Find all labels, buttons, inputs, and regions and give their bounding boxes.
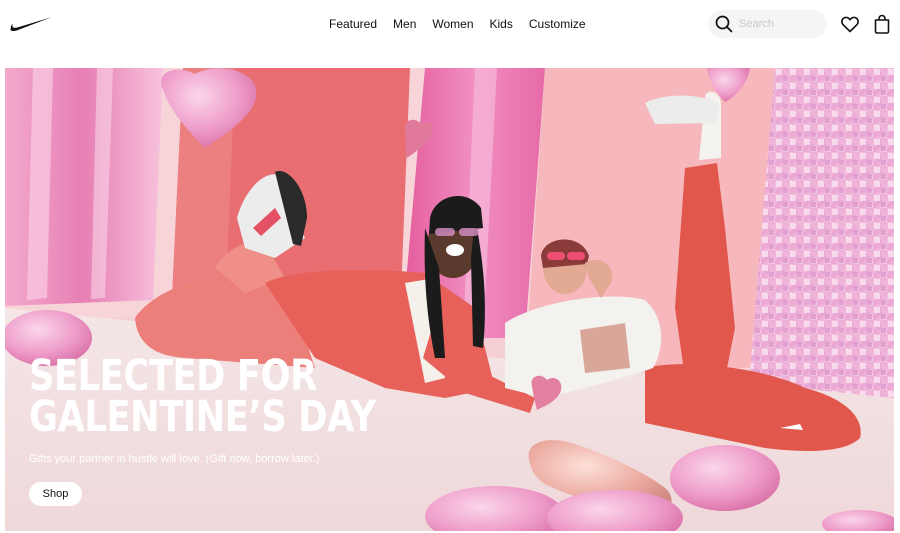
- hero-subtitle: Gifts your partner in hustle will love. …: [29, 453, 320, 465]
- hero-headline-line-1: SELECTED FOR: [29, 351, 317, 401]
- main-nav: Featured Men Women Kids Customize: [321, 16, 594, 32]
- nav-item-featured[interactable]: Featured: [321, 16, 385, 32]
- nav-item-men[interactable]: Men: [385, 16, 424, 32]
- hero-headline: SELECTED FOR GALENTINE’S DAY: [29, 351, 376, 442]
- search-box[interactable]: [708, 10, 827, 38]
- search-input[interactable]: [739, 16, 823, 32]
- hero-banner[interactable]: SELECTED FOR GALENTINE’S DAY Gifts your …: [5, 68, 894, 531]
- shop-button[interactable]: Shop: [29, 482, 82, 506]
- search-icon[interactable]: [714, 14, 734, 34]
- site-header: Featured Men Women Kids Customize: [0, 0, 900, 48]
- nike-logo-icon[interactable]: [9, 14, 53, 32]
- bag-icon[interactable]: [871, 13, 893, 35]
- nav-item-customize[interactable]: Customize: [521, 16, 594, 32]
- heart-icon[interactable]: [839, 13, 861, 35]
- hero-headline-line-2: GALENTINE’S DAY: [29, 392, 376, 442]
- nav-item-kids[interactable]: Kids: [482, 16, 521, 32]
- nav-item-women[interactable]: Women: [424, 16, 481, 32]
